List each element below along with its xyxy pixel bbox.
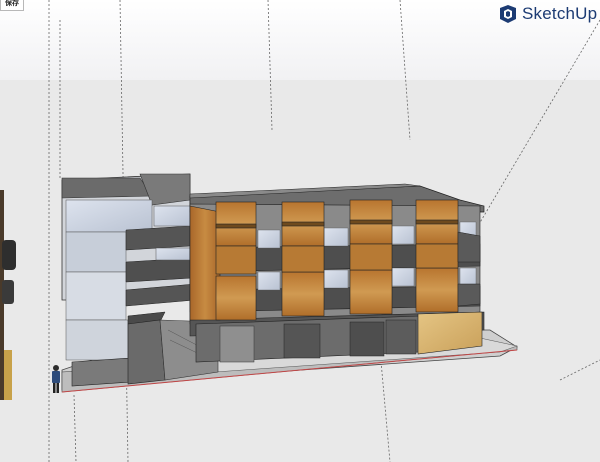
save-button[interactable]: 保存 — [0, 0, 24, 11]
right-block[interactable] — [189, 183, 485, 363]
model-viewport[interactable] — [0, 0, 600, 462]
brand: SketchUp — [498, 4, 597, 24]
brand-name: SketchUp — [522, 4, 598, 23]
